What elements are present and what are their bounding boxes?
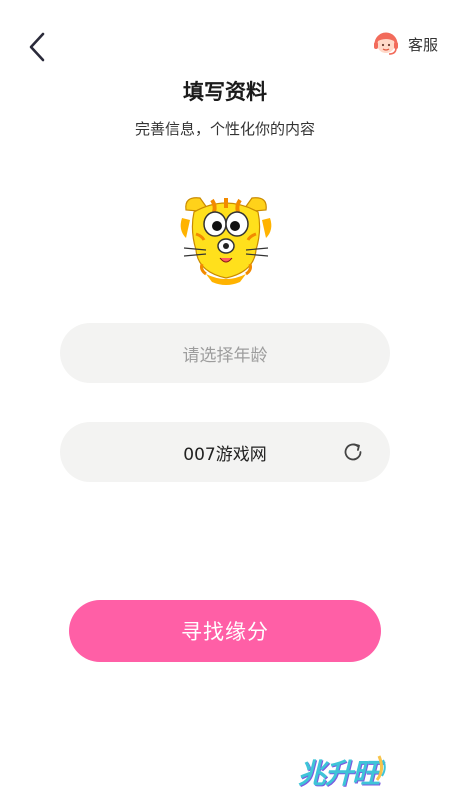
chevron-left-icon (29, 32, 45, 62)
page-subtitle: 完善信息，个性化你的内容 (134, 120, 315, 138)
age-select[interactable]: 请选择年龄 (60, 323, 390, 383)
cartoon-cat-avatar-icon (180, 197, 272, 285)
refresh-icon[interactable] (342, 441, 364, 463)
age-placeholder: 请选择年龄 (182, 345, 268, 366)
page-title: 填写资料 (183, 80, 267, 104)
nickname-value: 007游戏网 (183, 444, 267, 465)
customer-service-button[interactable]: 客服 (372, 28, 438, 60)
find-match-label: 寻找缘分 (181, 621, 269, 644)
find-match-button[interactable]: 寻找缘分 (69, 600, 381, 662)
nickname-field[interactable]: 007游戏网 (60, 422, 390, 482)
watermark-text: 兆升旺 (298, 757, 380, 790)
customer-service-label: 客服 (407, 35, 438, 54)
avatar[interactable] (176, 190, 276, 290)
back-button[interactable] (20, 28, 54, 66)
signal-arcs-icon (375, 755, 386, 781)
watermark-logo: 兆升旺 (298, 748, 402, 796)
customer-service-icon (373, 32, 398, 55)
